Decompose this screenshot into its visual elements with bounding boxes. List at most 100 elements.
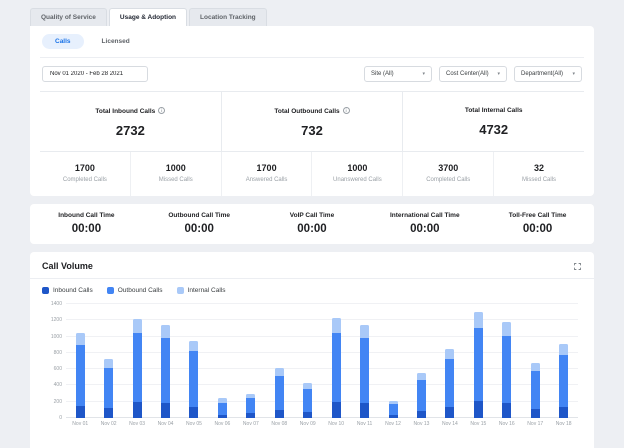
bar-segment-inbound-calls	[161, 403, 171, 418]
bar-segment-outbound-calls	[303, 388, 313, 412]
x-axis-label: Nov 03	[129, 421, 146, 427]
tab-quality-of-service[interactable]: Quality of Service	[30, 8, 107, 26]
legend-label: Outbound Calls	[117, 287, 163, 294]
site-dropdown-value: Site (All)	[371, 71, 394, 77]
bar-segment-inbound-calls	[303, 411, 313, 418]
bar-segment-inbound-calls	[530, 409, 540, 418]
bar-segment-inbound-calls	[388, 414, 398, 418]
bar-segment-outbound-calls	[274, 375, 284, 410]
bar-segment-outbound-calls	[445, 358, 455, 408]
total-internal-calls-value: 4732	[479, 122, 509, 137]
stats-card: Calls Licensed Site (All) ▾ Cost Center(…	[30, 26, 594, 196]
y-axis-tick: 1000	[50, 333, 62, 340]
x-axis-label: Nov 09	[299, 421, 316, 427]
bars-area	[66, 304, 578, 418]
y-axis-tick: 800	[53, 349, 62, 356]
legend-label: Internal Calls	[187, 287, 226, 294]
call-volume-card: Call Volume Inbound Calls Outbound Calls I…	[30, 252, 594, 448]
calls-toggle[interactable]: Calls	[42, 34, 84, 49]
bar-segment-outbound-calls	[360, 338, 370, 404]
chart-header: Call Volume	[30, 261, 594, 279]
outbound-answered-calls: 1700 Answered Calls	[222, 152, 313, 196]
bar-nov-13	[407, 304, 435, 418]
x-axis-label: Nov 12	[385, 421, 401, 427]
bar-segment-internal-calls	[360, 325, 370, 339]
cost-center-dropdown[interactable]: Cost Center(All) ▾	[439, 66, 507, 82]
chart-title: Call Volume	[42, 261, 93, 271]
bar-nov-12	[379, 304, 407, 418]
bar-segment-internal-calls	[75, 332, 85, 345]
bar-nov-03	[123, 304, 151, 418]
x-axis-label: Nov 16	[498, 421, 515, 427]
legend-item-outbound-calls[interactable]: Outbound Calls	[106, 287, 163, 294]
chevron-down-icon: ▾	[497, 71, 500, 77]
department-dropdown[interactable]: Department(All) ▾	[514, 66, 582, 82]
bar-segment-internal-calls	[161, 325, 171, 339]
bar-nov-05	[180, 304, 208, 418]
bar-segment-internal-calls	[559, 343, 569, 355]
bar-segment-inbound-calls	[445, 407, 455, 418]
bar-segment-outbound-calls	[502, 335, 512, 403]
bar-segment-outbound-calls	[559, 354, 569, 407]
outbound-unanswered-calls: 1000 Unanswered Calls	[312, 152, 404, 196]
chevron-down-icon: ▾	[422, 71, 425, 77]
legend-item-internal-calls[interactable]: Internal Calls	[176, 287, 226, 294]
totals-row: Total Inbound Calls i 2732 Total Outbound…	[40, 91, 584, 151]
y-axis-tick: 200	[53, 398, 62, 405]
info-icon[interactable]: i	[158, 107, 166, 114]
date-range-input[interactable]	[42, 66, 148, 82]
bar-segment-inbound-calls	[217, 414, 227, 418]
tab-location-tracking[interactable]: Location Tracking	[189, 8, 267, 26]
bar-segment-outbound-calls	[530, 370, 540, 410]
bar-nov-07	[237, 304, 265, 418]
bar-segment-outbound-calls	[246, 398, 256, 414]
bar-segment-internal-calls	[473, 312, 483, 328]
licensed-toggle[interactable]: Licensed	[96, 34, 136, 49]
site-dropdown[interactable]: Site (All) ▾	[364, 66, 432, 82]
internal-missed-calls: 32 Missed Calls	[522, 163, 557, 183]
chevron-down-icon: ▾	[572, 71, 575, 77]
inbound-completed-calls: 1700 Completed Calls	[40, 152, 131, 196]
top-tabbar: Quality of Service Usage & Adoption Loca…	[30, 0, 594, 26]
bar-segment-inbound-calls	[416, 410, 426, 418]
substats-row: 1700 Completed Calls 1000 Missed Calls 1…	[40, 151, 584, 196]
x-axis-label: Nov 17	[527, 421, 544, 427]
voip-call-time: VoIP Call Time 00:00	[289, 212, 335, 235]
x-axis-label: Nov 04	[157, 421, 174, 427]
x-axis-label: Nov 08	[271, 421, 288, 427]
legend-swatch	[42, 287, 49, 294]
y-axis-tick: 600	[53, 366, 62, 373]
x-axis-label: Nov 13	[413, 421, 430, 427]
bar-nov-14	[436, 304, 464, 418]
view-toggle-row: Calls Licensed	[40, 26, 584, 58]
bar-segment-inbound-calls	[104, 408, 114, 418]
expand-icon[interactable]	[573, 262, 582, 271]
toll-free-call-time: Toll-Free Call Time 00:00	[508, 212, 567, 235]
cost-center-dropdown-value: Cost Center(All)	[446, 71, 489, 77]
total-outbound-calls-value: 732	[301, 123, 323, 138]
y-axis-tick: 0	[59, 415, 62, 421]
x-axis-label: Nov 18	[555, 421, 572, 427]
bar-nov-18	[549, 304, 577, 418]
x-axis-label: Nov 15	[470, 421, 487, 427]
bar-segment-outbound-calls	[388, 404, 398, 415]
filters-row: Site (All) ▾ Cost Center(All) ▾ Departme…	[40, 58, 584, 91]
bar-segment-internal-calls	[530, 363, 540, 371]
bar-segment-internal-calls	[445, 348, 455, 359]
x-axis-label: Nov 01	[72, 421, 89, 427]
bar-nov-08	[265, 304, 293, 418]
bar-segment-outbound-calls	[161, 338, 171, 404]
bar-segment-outbound-calls	[416, 379, 426, 411]
bar-nov-17	[521, 304, 549, 418]
legend-label: Inbound Calls	[53, 287, 93, 294]
x-axis-label: Nov 05	[186, 421, 202, 427]
bar-nov-09	[294, 304, 322, 418]
bar-segment-outbound-calls	[217, 402, 227, 415]
legend-item-inbound-calls[interactable]: Inbound Calls	[42, 287, 93, 294]
internal-completed-calls: 3700 Completed Calls	[403, 152, 495, 196]
tab-usage-adoption[interactable]: Usage & Adoption	[108, 8, 188, 26]
info-icon[interactable]: i	[342, 107, 350, 114]
total-inbound-calls-value: 2732	[115, 123, 145, 138]
bar-segment-inbound-calls	[274, 409, 284, 418]
dashboard-page: Quality of Service Usage & Adoption Loca…	[0, 0, 624, 448]
